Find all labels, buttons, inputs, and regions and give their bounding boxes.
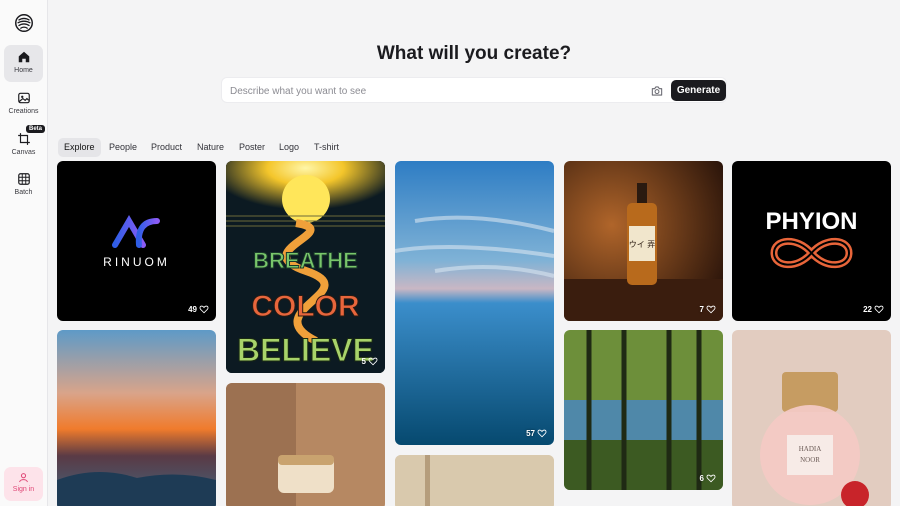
- sidebar-item-label: Home: [14, 67, 33, 74]
- perfume-photo: HADIA NOOR: [732, 330, 891, 506]
- sign-in-button[interactable]: Sign in: [4, 467, 43, 501]
- tab-tshirt[interactable]: T-shirt: [308, 138, 345, 157]
- sidebar-item-label: Creations: [8, 108, 39, 115]
- gallery-card[interactable]: HADIA NOOR: [732, 330, 891, 506]
- like-count-value: 49: [188, 304, 197, 314]
- heart-icon: [537, 429, 547, 438]
- gallery-card[interactable]: [57, 330, 216, 506]
- sidebar-item-label: Canvas: [11, 149, 36, 156]
- whisky-photo: ウイ 弄: [564, 161, 723, 321]
- heart-icon: [368, 357, 378, 366]
- page-title: What will you create?: [376, 43, 572, 64]
- sidebar: Home Creations Beta Canvas Batch Sign in: [0, 0, 48, 506]
- tab-explore[interactable]: Explore: [58, 138, 101, 157]
- tab-product[interactable]: Product: [145, 138, 188, 157]
- tab-logo[interactable]: Logo: [273, 138, 305, 157]
- heart-icon: [706, 474, 716, 483]
- image-icon: [17, 92, 30, 104]
- sidebar-item-home[interactable]: Home: [4, 45, 43, 82]
- sunset-photo: [57, 330, 216, 506]
- poster-line1: BREATHE: [253, 248, 358, 273]
- user-icon: [19, 473, 28, 483]
- grid-icon: [17, 173, 30, 185]
- logo-artwork: PHYION: [765, 208, 858, 269]
- generate-button[interactable]: Generate: [671, 80, 726, 101]
- perfume-label-line1: HADIA: [799, 445, 822, 453]
- like-count[interactable]: 57: [526, 428, 547, 438]
- sidebar-item-label: Batch: [14, 189, 33, 196]
- like-count[interactable]: 7: [700, 304, 716, 314]
- like-count[interactable]: 5: [362, 356, 378, 366]
- poster-line3: BELIEVE: [237, 332, 374, 368]
- home-icon: [18, 51, 29, 63]
- like-count[interactable]: 22: [863, 304, 884, 314]
- like-count[interactable]: 49: [188, 304, 209, 314]
- like-count-value: 22: [863, 304, 872, 314]
- heart-icon: [874, 305, 884, 314]
- like-count-value: 5: [361, 356, 366, 366]
- like-count[interactable]: 6: [700, 473, 716, 483]
- tab-nature[interactable]: Nature: [191, 138, 230, 157]
- heart-icon: [706, 305, 716, 314]
- ocean-photo: [395, 161, 554, 445]
- interior-photo: [395, 455, 554, 506]
- sidebar-item-canvas[interactable]: Beta Canvas: [4, 125, 46, 164]
- logo-artwork: RINUOM: [103, 215, 170, 269]
- like-count-value: 57: [526, 428, 535, 438]
- forest-photo: [564, 330, 723, 490]
- phyion-brand-text: PHYION: [765, 208, 857, 235]
- sign-in-label: Sign in: [12, 486, 35, 493]
- tab-poster[interactable]: Poster: [233, 138, 271, 157]
- like-count-value: 7: [699, 304, 704, 314]
- gallery-card[interactable]: 57: [395, 161, 554, 445]
- like-count-value: 6: [699, 473, 704, 483]
- poster-artwork: BREATHE COLOR BELIEVE: [226, 161, 385, 373]
- perfume-label-line2: NOOR: [800, 456, 820, 464]
- gallery-card[interactable]: RINUOM 49: [57, 161, 216, 321]
- heart-icon: [199, 305, 209, 314]
- rinuom-brand-text: RINUOM: [103, 255, 170, 269]
- sidebar-item-batch[interactable]: Batch: [4, 167, 43, 204]
- cosmetic-photo: [226, 383, 385, 506]
- gallery-card[interactable]: BREATHE COLOR BELIEVE 5: [226, 161, 385, 373]
- prompt-input[interactable]: [230, 83, 640, 99]
- gallery-card[interactable]: [226, 383, 385, 506]
- prompt-bar: Generate: [221, 77, 727, 103]
- camera-icon[interactable]: [650, 84, 664, 98]
- gallery-card[interactable]: ウイ 弄 7: [564, 161, 723, 321]
- gallery-card[interactable]: PHYION 22: [732, 161, 891, 321]
- gallery-card[interactable]: [395, 455, 554, 506]
- poster-line2: COLOR: [251, 290, 360, 323]
- beta-badge: Beta: [26, 125, 46, 133]
- brand-logo-icon[interactable]: [13, 12, 35, 34]
- tab-people[interactable]: People: [103, 138, 143, 157]
- gallery-card[interactable]: 6: [564, 330, 723, 490]
- canvas-icon: [17, 133, 30, 145]
- sidebar-item-creations[interactable]: Creations: [4, 86, 43, 123]
- bottle-label: ウイ 弄: [629, 240, 656, 249]
